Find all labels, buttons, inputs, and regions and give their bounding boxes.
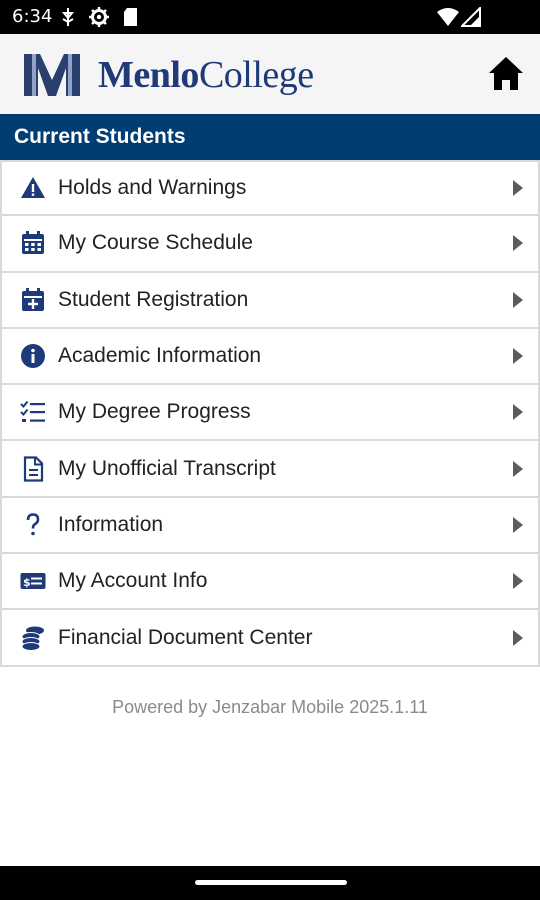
menu-item-my-unofficial-transcript[interactable]: My Unofficial Transcript	[0, 441, 540, 498]
menu-item-my-account-info[interactable]: $ My Account Info	[0, 554, 540, 611]
chevron-right-icon	[513, 404, 523, 421]
signal-icon	[461, 7, 481, 27]
menu-item-my-degree-progress[interactable]: My Degree Progress	[0, 385, 540, 442]
logo-wordmark: MenloCollege	[98, 52, 314, 98]
warning-icon	[21, 177, 45, 199]
menu-item-label: Holds and Warnings	[58, 176, 247, 200]
menu-item-label: My Degree Progress	[58, 400, 251, 424]
menu-item-student-registration[interactable]: Student Registration	[0, 272, 540, 329]
home-icon[interactable]	[486, 54, 526, 94]
document-icon	[23, 456, 44, 482]
wifi-icon	[437, 8, 459, 26]
usb-debug-icon	[61, 8, 75, 26]
menu-list: Holds and Warnings My Course Schedule St…	[0, 160, 540, 667]
section-title-bar: Current Students	[0, 114, 540, 160]
chevron-right-icon	[513, 629, 523, 646]
chevron-right-icon	[513, 348, 523, 365]
svg-text:$: $	[23, 576, 31, 589]
menu-item-label: Financial Document Center	[58, 625, 313, 649]
menu-item-label: My Unofficial Transcript	[58, 456, 276, 480]
calendar-icon	[22, 231, 44, 255]
coin-stack-icon	[21, 626, 44, 651]
status-time: 6:34	[12, 6, 53, 27]
menu-item-academic-information[interactable]: Academic Information	[0, 328, 540, 386]
menu-item-label: Academic Information	[58, 344, 262, 368]
status-bar: 6:34	[0, 0, 540, 34]
menu-item-label: Student Registration	[58, 287, 249, 311]
powered-by-footer: Powered by Jenzabar Mobile 2025.1.11	[112, 697, 428, 717]
gesture-handle[interactable]	[195, 880, 347, 885]
calendar-plus-icon	[22, 287, 44, 311]
app-header: MenloCollege	[0, 34, 540, 114]
menu-item-my-course-schedule[interactable]: My Course Schedule	[0, 216, 540, 273]
info-circle-icon	[21, 344, 45, 369]
menu-item-label: My Account Info	[58, 569, 208, 593]
chevron-right-icon	[513, 460, 523, 477]
menlo-m-logo-icon	[24, 54, 80, 96]
menu-item-information[interactable]: Information	[0, 497, 540, 555]
checklist-icon	[20, 401, 45, 423]
section-title: Current Students	[14, 125, 186, 148]
menu-item-label: Information	[58, 512, 164, 536]
money-card-icon: $	[20, 573, 46, 590]
question-icon	[26, 513, 40, 536]
sd-card-icon	[124, 8, 137, 26]
chevron-right-icon	[513, 516, 523, 533]
settings-gear-icon	[89, 7, 109, 27]
chevron-right-icon	[513, 573, 523, 590]
menlo-college-logo: MenloCollege	[22, 50, 352, 100]
logo-word-college: College	[198, 54, 314, 96]
menu-item-holds-and-warnings[interactable]: Holds and Warnings	[0, 160, 540, 217]
chevron-right-icon	[513, 291, 523, 308]
menu-item-label: My Course Schedule	[58, 231, 253, 255]
chevron-right-icon	[513, 235, 523, 252]
logo-word-menlo: Menlo	[98, 54, 199, 96]
menu-item-financial-document-center[interactable]: Financial Document Center	[0, 610, 540, 667]
chevron-right-icon	[513, 180, 523, 197]
system-nav-bar	[0, 866, 540, 900]
